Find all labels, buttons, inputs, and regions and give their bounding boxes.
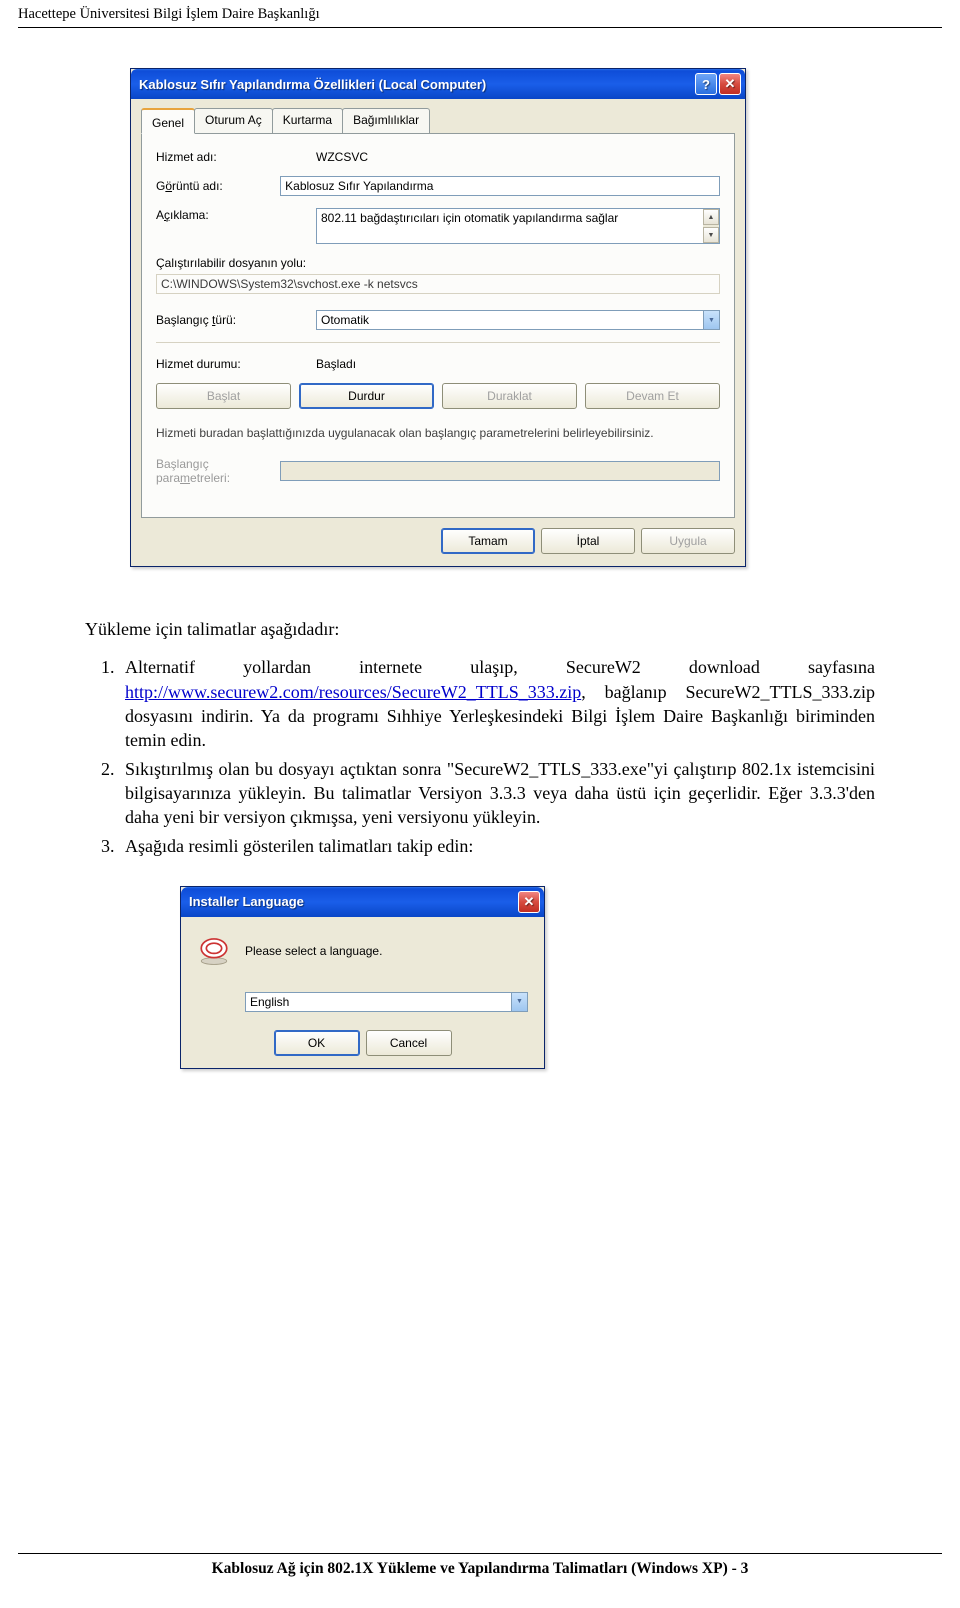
instruction-item-1: Alternatif yollardan internete ulaşıp, S… xyxy=(119,655,875,752)
display-name-input[interactable] xyxy=(280,176,720,196)
tab-kurtarma[interactable]: Kurtarma xyxy=(272,108,343,133)
language-select[interactable] xyxy=(245,992,528,1012)
display-name-label: Görüntü adı: xyxy=(156,179,280,193)
executable-path-label: Çalıştırılabilir dosyanın yolu: xyxy=(156,256,720,270)
tab-bagimliliklar[interactable]: Bağımlılıklar xyxy=(342,108,430,133)
chevron-down-icon[interactable]: ▼ xyxy=(703,311,719,329)
installer-message: Please select a language. xyxy=(245,944,382,958)
service-name-value: WZCSVC xyxy=(316,150,720,164)
description-label: Açıklama: xyxy=(156,208,316,222)
help-button[interactable]: ? xyxy=(695,73,717,95)
instructions-intro: Yükleme için talimatlar aşağıdadır: xyxy=(85,617,875,641)
installer-ok-button[interactable]: OK xyxy=(274,1030,360,1056)
pause-button: Duraklat xyxy=(442,383,577,409)
installer-titlebar[interactable]: Installer Language ✕ xyxy=(181,887,544,917)
startup-type-label: Başlangıç türü: xyxy=(156,313,316,327)
startup-params-desc: Hizmeti buradan başlattığınızda uygulana… xyxy=(156,425,720,441)
startup-params-input xyxy=(280,461,720,481)
service-name-label: Hizmet adı: xyxy=(156,150,316,164)
chevron-down-icon[interactable]: ▼ xyxy=(511,993,527,1011)
installer-language-dialog: Installer Language ✕ Please select a lan… xyxy=(180,886,545,1069)
installer-title: Installer Language xyxy=(189,894,516,909)
installer-close-button[interactable]: ✕ xyxy=(518,891,540,913)
startup-type-select[interactable] xyxy=(316,310,720,330)
service-properties-dialog: Kablosuz Sıfır Yapılandırma Özellikleri … xyxy=(130,68,746,567)
document-body: Yükleme için talimatlar aşağıdadır: Alte… xyxy=(85,617,875,858)
footer-rule xyxy=(18,1553,942,1554)
stop-button[interactable]: Durdur xyxy=(299,383,434,409)
download-link[interactable]: http://www.securew2.com/resources/Secure… xyxy=(125,682,581,702)
header-rule xyxy=(18,27,942,28)
scroll-up-icon[interactable]: ▲ xyxy=(703,209,719,225)
description-textarea[interactable]: 802.11 bağdaştırıcıları için otomatik ya… xyxy=(316,208,720,244)
tab-genel[interactable]: Genel xyxy=(141,108,195,134)
apply-button: Uygula xyxy=(641,528,735,554)
cancel-button[interactable]: İptal xyxy=(541,528,635,554)
startup-params-label: Başlangıç parametreleri: xyxy=(156,457,280,485)
tab-panel-genel: Hizmet adı: WZCSVC Görüntü adı: Açıklama… xyxy=(141,133,735,518)
installer-cancel-button[interactable]: Cancel xyxy=(366,1030,452,1056)
scroll-down-icon[interactable]: ▼ xyxy=(703,227,719,243)
resume-button: Devam Et xyxy=(585,383,720,409)
service-status-label: Hizmet durumu: xyxy=(156,357,316,371)
close-button[interactable]: ✕ xyxy=(719,73,741,95)
dialog-titlebar[interactable]: Kablosuz Sıfır Yapılandırma Özellikleri … xyxy=(131,69,745,99)
ok-button[interactable]: Tamam xyxy=(441,528,535,554)
instruction-item-3: Aşağıda resimli gösterilen talimatları t… xyxy=(119,834,875,858)
page-footer: Kablosuz Ağ için 802.1X Yükleme ve Yapıl… xyxy=(0,1560,960,1578)
tab-oturum-ac[interactable]: Oturum Aç xyxy=(194,108,273,133)
description-scrollbar[interactable]: ▲ ▼ xyxy=(703,209,719,243)
tab-strip: Genel Oturum Aç Kurtarma Bağımlılıklar xyxy=(141,108,735,134)
start-button: Başlat xyxy=(156,383,291,409)
page-header: Hacettepe Üniversitesi Bilgi İşlem Daire… xyxy=(0,0,960,25)
panel-separator xyxy=(156,342,720,343)
installer-icon xyxy=(197,933,231,970)
executable-path-value: C:\WINDOWS\System32\svchost.exe -k netsv… xyxy=(156,274,720,294)
instruction-item-2: Sıkıştırılmış olan bu dosyayı açtıktan s… xyxy=(119,757,875,830)
dialog-title: Kablosuz Sıfır Yapılandırma Özellikleri … xyxy=(139,77,693,92)
service-status-value: Başladı xyxy=(316,357,720,371)
